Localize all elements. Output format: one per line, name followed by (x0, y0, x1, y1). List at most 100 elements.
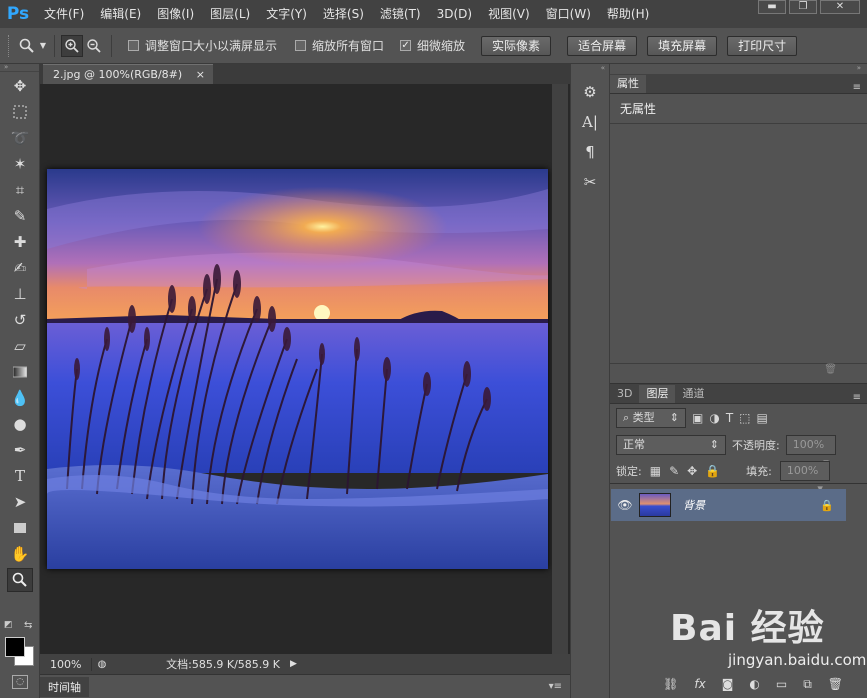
properties-tab[interactable]: 属性 (610, 75, 646, 93)
eraser-tool-icon[interactable]: ▱ (7, 334, 33, 358)
tab-3d[interactable]: 3D (610, 385, 639, 403)
rectangle-tool-icon[interactable] (7, 516, 33, 540)
menu-edit[interactable]: 编辑(E) (92, 0, 149, 28)
trash-icon[interactable]: 🗑 (828, 677, 843, 691)
healing-brush-tool-icon[interactable]: ✚ (7, 230, 33, 254)
close-button[interactable]: ✕ (820, 0, 860, 14)
blur-tool-icon[interactable]: 💧 (7, 386, 33, 410)
resize-windows-checkbox[interactable]: 调整窗口大小以满屏显示 (128, 37, 277, 54)
actual-pixels-button[interactable]: 实际像素 (481, 35, 552, 56)
zoom-tool-preset-icon[interactable] (16, 35, 38, 57)
zoom-level[interactable]: 100% (40, 657, 92, 671)
menu-help[interactable]: 帮助(H) (599, 0, 657, 28)
adjustment-layer-icon[interactable]: ◐ (749, 677, 759, 691)
zoom-tool-icon[interactable] (7, 568, 33, 592)
gradient-tool-icon[interactable] (7, 360, 33, 384)
path-selection-tool-icon[interactable]: ➤ (7, 490, 33, 514)
lock-position-icon[interactable]: ✥ (687, 464, 697, 478)
move-tool-icon[interactable]: ✥ (7, 74, 33, 98)
properties-panel-icon[interactable]: ⚙ (577, 80, 603, 104)
fill-input[interactable]: 100% ▾ (779, 460, 830, 495)
character-panel-icon[interactable]: A| (577, 110, 603, 134)
lock-transparent-icon[interactable]: ▦ (650, 464, 661, 478)
layer-row[interactable]: 👁 背景 🔒 (611, 489, 846, 521)
menu-image[interactable]: 图像(I) (149, 0, 202, 28)
panel-menu-icon[interactable]: ≡ (853, 392, 861, 403)
menu-filter[interactable]: 滤镜(T) (372, 0, 429, 28)
menu-window[interactable]: 窗口(W) (538, 0, 599, 28)
eyedropper-tool-icon[interactable]: ✎ (7, 204, 33, 228)
image-canvas[interactable] (47, 169, 548, 569)
collapse-icon[interactable]: « (571, 64, 609, 74)
lock-all-icon[interactable]: 🔒 (705, 464, 720, 478)
lasso-tool-icon[interactable]: ➰ (7, 126, 33, 150)
magic-wand-tool-icon[interactable]: ✶ (7, 152, 33, 176)
crop-tool-icon[interactable]: ⌗ (7, 178, 33, 202)
brush-tool-icon[interactable]: ✍ (7, 256, 33, 280)
menu-select[interactable]: 选择(S) (315, 0, 372, 28)
quick-mask-icon[interactable]: ◌ (12, 675, 28, 689)
minimize-button[interactable]: ▬ (758, 0, 786, 14)
vertical-scrollbar[interactable] (552, 84, 568, 654)
default-colors-icon[interactable]: ◩ (4, 620, 13, 630)
photoshop-logo: Ps (6, 4, 30, 24)
checkbox-unchecked[interactable] (128, 40, 139, 51)
new-group-icon[interactable]: ▭ (776, 677, 787, 691)
hand-tool-icon[interactable]: ✋ (7, 542, 33, 566)
opacity-input[interactable]: 100% ▾ (785, 435, 836, 469)
menu-3d[interactable]: 3D(D) (429, 0, 480, 28)
image-filter-icon[interactable]: ▣ (692, 411, 703, 425)
type-tool-icon[interactable]: T (7, 464, 33, 488)
zoom-out-icon[interactable] (83, 35, 105, 57)
eye-visibility-icon[interactable]: 👁 (611, 498, 639, 512)
paragraph-panel-icon[interactable]: ¶ (577, 140, 603, 164)
tab-layers[interactable]: 图层 (639, 385, 676, 403)
link-layers-icon[interactable]: ⛓ (663, 677, 678, 691)
fit-screen-button[interactable]: 适合屏幕 (567, 35, 638, 56)
pen-tool-icon[interactable]: ✒ (7, 438, 33, 462)
fill-value: 100% (786, 463, 819, 477)
menu-type[interactable]: 文字(Y) (258, 0, 315, 28)
chevron-down-icon[interactable]: ▼ (38, 35, 48, 57)
options-grip[interactable] (8, 34, 16, 57)
menu-layer[interactable]: 图层(L) (202, 0, 258, 28)
blend-mode-select[interactable]: 正常 ⇕ (616, 435, 726, 455)
chevron-right-icon[interactable]: ▶ (290, 659, 302, 669)
layer-name[interactable]: 背景 (683, 497, 705, 513)
tab-channels[interactable]: 通道 (675, 385, 711, 403)
timeline-tab[interactable]: 时间轴 (40, 676, 89, 697)
tool-presets-icon[interactable]: ✂ (577, 170, 603, 194)
menu-file[interactable]: 文件(F) (36, 0, 92, 28)
panel-menu-icon[interactable]: ≡ (853, 82, 861, 93)
clone-stamp-tool-icon[interactable]: ⊥ (7, 282, 33, 306)
print-size-button[interactable]: 打印尺寸 (727, 35, 798, 56)
add-mask-icon[interactable]: ◙ (722, 677, 734, 691)
smart-object-filter-icon[interactable]: ▤ (757, 411, 768, 425)
menu-view[interactable]: 视图(V) (480, 0, 538, 28)
zoom-all-windows-checkbox[interactable]: 缩放所有窗口 (295, 37, 384, 54)
marquee-tool-icon[interactable] (7, 100, 33, 124)
trash-icon[interactable]: 🗑 (610, 364, 867, 384)
share-icon[interactable]: ◍ (92, 659, 112, 670)
shape-filter-icon[interactable]: ⬚ (739, 411, 750, 425)
fx-icon[interactable]: fx (694, 677, 705, 691)
zoom-in-icon[interactable] (61, 34, 83, 57)
lock-pixels-icon[interactable]: ✎ (669, 464, 679, 478)
document-tab[interactable]: 2.jpg @ 100%(RGB/8#) × (43, 64, 213, 84)
panel-menu-icon[interactable]: ▾≡ (549, 681, 562, 692)
layer-kind-filter[interactable]: ⌕ 类型 ⇕ (616, 408, 686, 428)
fill-screen-button[interactable]: 填充屏幕 (647, 35, 718, 56)
collapse-icon[interactable]: » (0, 64, 39, 72)
type-filter-icon[interactable]: T (726, 411, 733, 425)
adjustment-filter-icon[interactable]: ◑ (709, 411, 719, 425)
swap-colors-icon[interactable]: ⇆ (24, 620, 32, 631)
checkbox-unchecked[interactable] (295, 40, 307, 51)
foreground-color-swatch[interactable] (5, 637, 25, 657)
scrubby-zoom-checkbox[interactable]: ✓ 细微缩放 (400, 37, 465, 54)
close-icon[interactable]: × (196, 68, 205, 81)
dodge-tool-icon[interactable]: ● (7, 412, 33, 436)
history-brush-tool-icon[interactable]: ↺ (7, 308, 33, 332)
restore-button[interactable]: ❐ (789, 0, 817, 14)
collapse-icon[interactable]: » (610, 64, 867, 74)
check-mark-icon[interactable]: ✓ (400, 40, 412, 51)
